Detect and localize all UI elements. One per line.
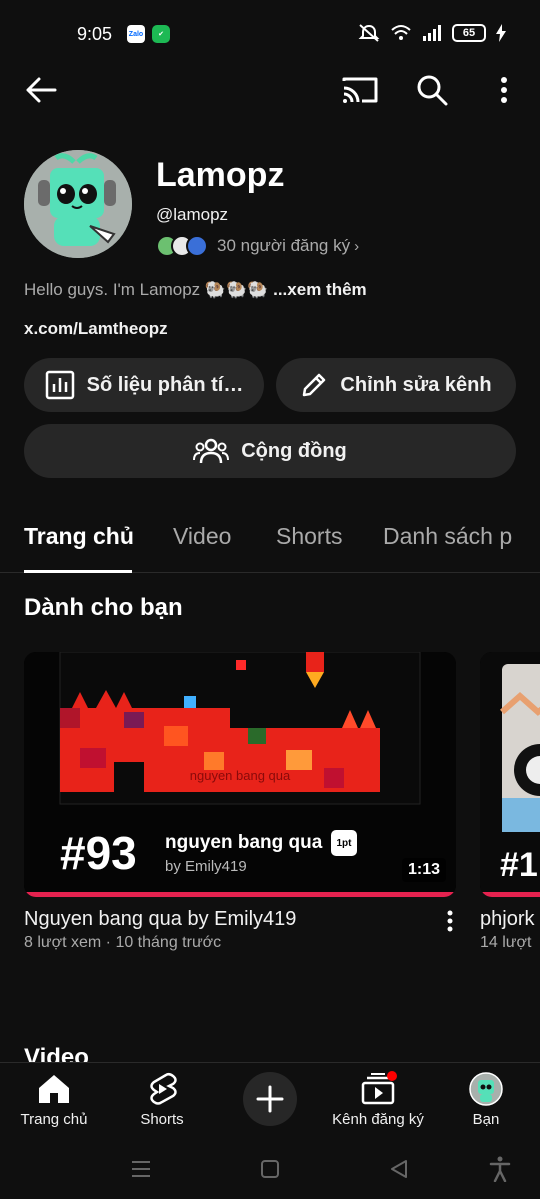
more-vert-icon <box>447 910 453 932</box>
home-icon <box>39 1075 69 1103</box>
create-button[interactable] <box>243 1072 297 1126</box>
video-thumbnail[interactable]: #1 <box>480 652 540 897</box>
battery-indicator: 65 <box>452 24 486 42</box>
avatar <box>469 1072 503 1106</box>
watch-progress-bar <box>480 892 540 897</box>
back-system-button[interactable] <box>384 1154 414 1184</box>
status-time: 9:05 <box>77 24 113 44</box>
shield-icon: ✔ <box>152 25 170 43</box>
nav-home[interactable]: Trang chủ <box>14 1063 94 1139</box>
top-bar <box>0 68 540 114</box>
search-icon <box>417 75 448 106</box>
more-vert-icon <box>501 77 507 103</box>
points-badge: 1pt <box>331 830 357 856</box>
bottom-nav: Trang chủ Shorts Kênh đăng ký Bạn <box>0 1062 540 1138</box>
channel-name: Lamopz <box>156 156 285 194</box>
tab-home[interactable]: Trang chủ <box>24 523 134 550</box>
channel-handle: @lamopz <box>156 205 229 224</box>
channel-link[interactable]: x.com/Lamtheopz <box>24 319 168 339</box>
subscriber-avatar <box>186 235 208 257</box>
analytics-label: Số liệu phân tí… <box>86 373 244 396</box>
nav-you[interactable]: Bạn <box>446 1063 526 1139</box>
signal-icon <box>423 25 441 41</box>
robot-avatar-icon <box>24 150 132 258</box>
charging-icon <box>496 24 506 42</box>
plus-icon <box>256 1085 284 1113</box>
system-nav <box>0 1138 540 1199</box>
community-icon <box>193 438 230 464</box>
edit-channel-label: Chỉnh sửa kênh <box>340 373 492 396</box>
song-author: by Emily419 <box>165 858 247 875</box>
chevron-right-icon: › <box>354 237 360 255</box>
cast-icon <box>342 77 378 103</box>
tab-shorts[interactable]: Shorts <box>276 523 342 550</box>
video-meta: 8 lượt xem · 10 tháng trước <box>24 934 222 951</box>
recents-button[interactable] <box>126 1154 156 1184</box>
nav-shorts-label: Shorts <box>140 1111 184 1128</box>
search-button[interactable] <box>410 68 454 112</box>
channel-description[interactable]: Hello guys. I'm Lamopz 🐏🐏🐏 ...xem thêm <box>24 280 367 300</box>
see-more-link[interactable]: ...xem thêm <box>273 280 367 299</box>
nav-shorts[interactable]: Shorts <box>122 1063 202 1139</box>
duration-badge: 1:13 <box>401 858 446 882</box>
nav-subscriptions-label: Kênh đăng ký <box>332 1111 424 1128</box>
pencil-icon <box>303 373 326 397</box>
subscribers-row[interactable]: 30 người đăng ký › <box>156 234 359 258</box>
nav-home-label: Trang chủ <box>20 1111 88 1128</box>
video-title[interactable]: Nguyen bang qua by Emily419 <box>24 908 296 931</box>
mute-icon <box>358 24 380 42</box>
community-button[interactable]: Cộng đồng <box>24 424 516 478</box>
wifi-icon <box>391 25 411 40</box>
status-icons: 65 <box>358 23 506 43</box>
shorts-icon <box>150 1072 177 1105</box>
subscriber-avatars <box>156 235 208 257</box>
more-button[interactable] <box>482 68 526 112</box>
cast-button[interactable] <box>338 68 382 112</box>
notification-dot <box>387 1071 397 1081</box>
video-meta: 14 lượt <box>480 934 532 951</box>
video-thumbnail[interactable]: nguyen bang qua #93 nguyen bang qua 1pt … <box>24 652 456 897</box>
analytics-icon <box>45 370 74 400</box>
nav-you-label: Bạn <box>472 1111 500 1128</box>
menu-lines-icon <box>132 1161 150 1177</box>
accessibility-button[interactable] <box>485 1154 515 1184</box>
analytics-button[interactable]: Số liệu phân tí… <box>24 358 264 412</box>
song-title: nguyen bang qua <box>165 832 323 853</box>
triangle-back-icon <box>391 1160 407 1178</box>
channel-header: Lamopz @lamopz 30 người đăng ký › <box>24 150 524 260</box>
channel-avatar[interactable] <box>24 150 132 258</box>
active-tab-indicator <box>24 570 132 573</box>
status-bar: 9:05 Zalo ✔ 65 <box>0 0 540 68</box>
accessibility-icon <box>489 1156 511 1182</box>
description-text: Hello guys. I'm Lamopz 🐏🐏🐏 <box>24 280 269 299</box>
video-title[interactable]: phjork <box>480 908 534 931</box>
rank-label: #1 <box>500 846 538 884</box>
channel-tabs: Trang chủ Video Shorts Danh sách p <box>0 505 540 573</box>
tab-video[interactable]: Video <box>173 523 231 550</box>
tab-playlists[interactable]: Danh sách p <box>383 523 512 550</box>
nav-subscriptions[interactable]: Kênh đăng ký <box>328 1063 428 1139</box>
square-icon <box>261 1160 279 1178</box>
watch-progress-bar <box>24 892 456 897</box>
community-label: Cộng đồng <box>241 439 347 462</box>
section-title: Dành cho bạn <box>24 594 183 621</box>
zalo-icon: Zalo <box>127 25 145 43</box>
svg-text:nguyen bang qua: nguyen bang qua <box>190 768 291 783</box>
video-more-button[interactable] <box>438 908 462 934</box>
home-system-button[interactable] <box>255 1154 285 1184</box>
edit-channel-button[interactable]: Chỉnh sửa kênh <box>276 358 516 412</box>
back-button[interactable] <box>19 68 63 112</box>
rank-label: #93 <box>60 827 137 879</box>
back-arrow-icon <box>26 77 57 103</box>
subscriber-count: 30 người đăng ký <box>217 236 351 255</box>
